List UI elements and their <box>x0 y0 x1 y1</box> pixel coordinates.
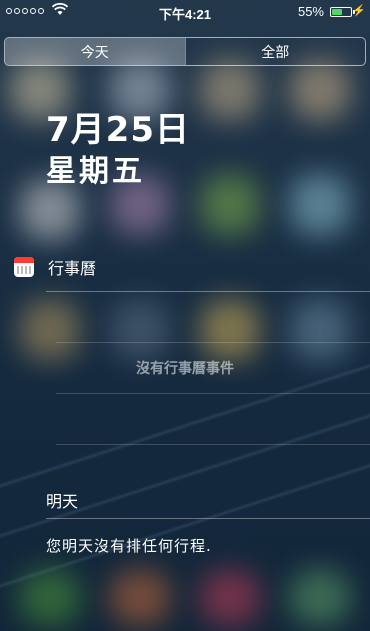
calendar-icon <box>14 257 34 277</box>
status-bar: 下午4:21 55% ⚡ <box>0 0 370 24</box>
timeline-divider <box>56 393 370 394</box>
timeline-divider <box>56 342 370 343</box>
battery-percent: 55% <box>297 4 324 19</box>
tab-today[interactable]: 今天 <box>5 38 185 65</box>
notification-tabs: 今天 全部 <box>4 37 366 66</box>
calendar-widget-title: 行事曆 <box>48 259 97 278</box>
tab-all[interactable]: 全部 <box>184 38 366 65</box>
divider <box>46 291 370 292</box>
tomorrow-message: 您明天沒有排任何行程. <box>46 537 212 555</box>
weekday-label: 星期五 <box>46 154 145 189</box>
tomorrow-title: 明天 <box>46 492 79 511</box>
calendar-widget-header[interactable]: 行事曆 <box>14 256 96 278</box>
battery-icon <box>330 7 352 17</box>
charging-icon: ⚡ <box>352 5 366 17</box>
no-events-message: 沒有行事曆事件 <box>136 361 234 377</box>
divider <box>46 518 370 519</box>
timeline-divider <box>56 444 370 445</box>
date-label: 7月25日 <box>46 110 190 150</box>
battery-level <box>332 9 342 15</box>
